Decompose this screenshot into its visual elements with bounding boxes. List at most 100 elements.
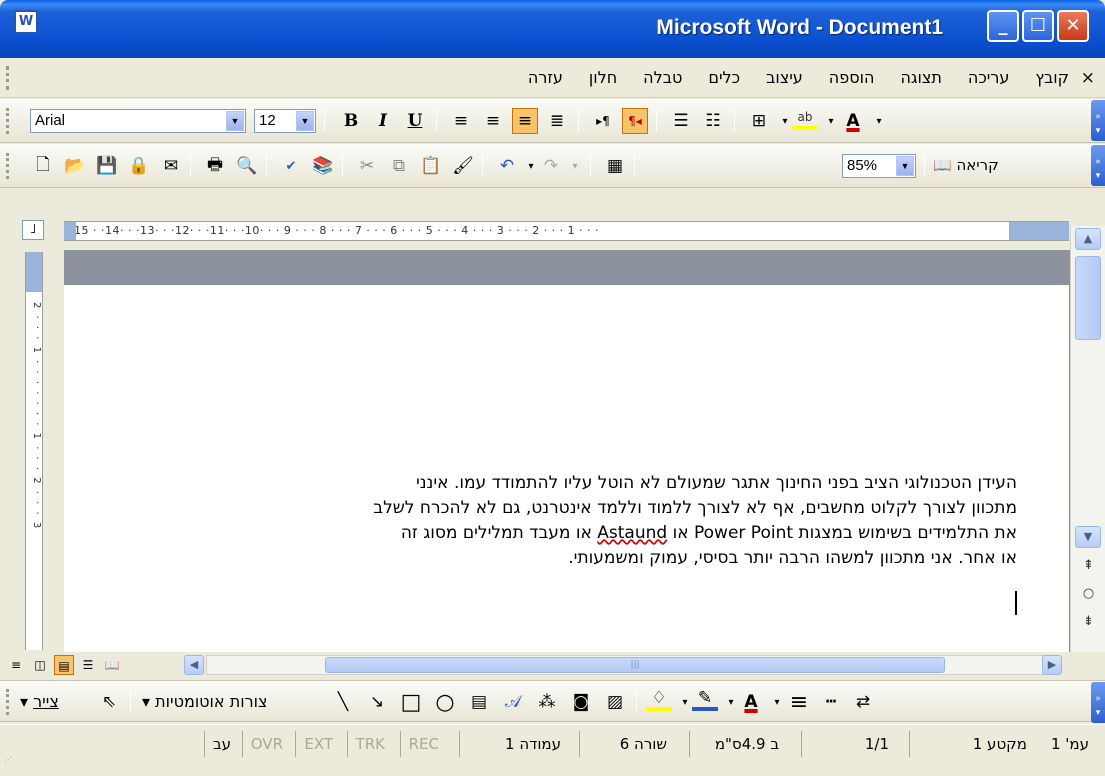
horizontal-scrollbar[interactable]: ||| [206, 655, 1060, 675]
horizontal-ruler[interactable]: ·15 · ·14· · ·13· · ·12· · ·11· · ·10· ·… [64, 221, 1069, 241]
font-name-select[interactable]: Arial ▼ [30, 109, 246, 133]
borders-icon[interactable]: ⊞ [746, 108, 772, 134]
scroll-thumb[interactable] [1075, 256, 1101, 340]
chevron-down-icon[interactable]: ▼ [296, 111, 314, 131]
normal-view-icon[interactable]: ≡ [6, 655, 26, 675]
menu-tools[interactable]: כלים [708, 68, 740, 87]
oval-icon[interactable]: ○ [432, 689, 458, 715]
scroll-right-button[interactable]: ▶ [1042, 655, 1062, 675]
menu-insert[interactable]: הוספה [829, 68, 875, 87]
fill-color-icon[interactable]: ♢ [646, 688, 672, 711]
underline-button[interactable]: U [402, 108, 428, 134]
chevron-down-icon[interactable]: ▾ [866, 108, 892, 134]
paste-icon[interactable]: 📋 [418, 153, 444, 179]
save-icon[interactable]: 💾 [94, 153, 120, 179]
email-icon[interactable]: ✉ [158, 153, 184, 179]
arrow-icon[interactable]: ↘ [364, 689, 390, 715]
menu-format[interactable]: עיצוב [766, 68, 803, 87]
print-icon[interactable]: 🖶 [202, 153, 228, 179]
document-text[interactable]: העידן הטכנולוגי הציב בפני החינוך אתגר שמ… [137, 471, 1017, 571]
status-ext[interactable]: EXT [295, 731, 341, 757]
close-button[interactable]: ✕ [1057, 10, 1089, 42]
copy-icon[interactable]: ⧉ [386, 153, 412, 179]
toolbar-grip[interactable] [6, 153, 9, 179]
menu-window[interactable]: חלון [589, 68, 617, 87]
web-layout-icon[interactable]: ◫ [30, 655, 50, 675]
status-ovr[interactable]: OVR [241, 731, 291, 757]
arrow-style-icon[interactable]: ⇄ [850, 689, 876, 715]
reading-layout-icon[interactable]: 📖 [102, 655, 122, 675]
bold-button[interactable]: B [338, 108, 364, 134]
chevron-down-icon[interactable]: ▼ [226, 111, 244, 131]
spelling-icon[interactable]: ✔ [278, 153, 304, 179]
toolbar-options-icon[interactable]: » ▾ [1091, 682, 1105, 723]
previous-page-icon[interactable]: ⇞ [1071, 558, 1105, 573]
document-page[interactable]: העידן הטכנולוגי הציב בפני החינוך אתגר שמ… [64, 285, 1069, 652]
highlight-icon[interactable]: ab [792, 108, 818, 130]
zoom-select[interactable]: 85% ▼ [842, 154, 916, 178]
line-color-icon[interactable]: ✎ [692, 688, 718, 711]
insert-table-icon[interactable]: ▦ [602, 153, 628, 179]
justify-icon[interactable]: ≣ [544, 108, 570, 134]
open-folder-icon[interactable]: 📂 [62, 153, 88, 179]
draw-menu-button[interactable]: צייר ▾ [20, 692, 59, 711]
new-document-icon[interactable]: 🗋 [30, 153, 56, 179]
print-layout-icon[interactable]: ▤ [54, 655, 74, 675]
align-left-icon[interactable]: ≡ [448, 108, 474, 134]
toolbar-grip[interactable] [6, 108, 9, 134]
print-preview-icon[interactable]: 🔍 [234, 153, 260, 179]
toolbar-options-icon[interactable]: » ▾ [1091, 100, 1105, 141]
scroll-down-button[interactable]: ▼ [1075, 526, 1101, 548]
font-color-icon[interactable]: A [840, 108, 866, 134]
align-right-icon[interactable]: ≡ [512, 108, 538, 134]
ltr-paragraph-icon[interactable]: ▸¶ [590, 108, 616, 134]
status-rec[interactable]: REC [399, 731, 447, 757]
vertical-scrollbar[interactable]: ▲ ▼ ⇞ ○ ⇟ [1070, 226, 1105, 652]
status-trk[interactable]: TRK [346, 731, 393, 757]
insert-picture-icon[interactable]: ▨ [602, 689, 628, 715]
toolbar-options-icon[interactable]: » ▾ [1091, 145, 1105, 186]
dash-style-icon[interactable]: ┅ [818, 689, 844, 715]
menu-help[interactable]: עזרה [528, 68, 563, 87]
line-style-icon[interactable]: ≡ [786, 689, 812, 715]
vertical-ruler[interactable]: 2 · · · 1 · · · · · · · 1 · · · 2 · · · … [25, 252, 43, 650]
horizontal-scroll-thumb[interactable]: ||| [325, 657, 945, 673]
minimize-button[interactable]: _ [987, 10, 1019, 42]
research-icon[interactable]: 📚 [310, 153, 336, 179]
chevron-down-icon[interactable]: ▾ [562, 153, 588, 179]
browse-object-icon[interactable]: ○ [1071, 586, 1105, 601]
font-size-select[interactable]: 12 ▼ [254, 109, 316, 133]
text-box-icon[interactable]: ▤ [466, 689, 492, 715]
outline-view-icon[interactable]: ☰ [78, 655, 98, 675]
resize-grip[interactable]: ⋰ [4, 755, 18, 769]
tab-selector[interactable]: ˩ [22, 220, 44, 240]
menu-file[interactable]: קובץ [1035, 68, 1069, 87]
bullets-icon[interactable]: ☷ [700, 108, 726, 134]
wordart-icon[interactable]: 𝒜 [500, 689, 526, 715]
chevron-down-icon[interactable]: ▼ [896, 156, 914, 176]
scroll-left-button[interactable]: ◀ [184, 655, 204, 675]
line-icon[interactable]: ╲ [330, 689, 356, 715]
read-button[interactable]: 📖 קריאה [933, 156, 999, 174]
permission-icon[interactable]: 🔒 [126, 153, 152, 179]
redo-icon[interactable]: ↷ [538, 153, 564, 179]
next-page-icon[interactable]: ⇟ [1071, 614, 1105, 629]
menu-edit[interactable]: עריכה [968, 68, 1010, 87]
rectangle-icon[interactable]: □ [398, 689, 424, 715]
diagram-icon[interactable]: ⁂ [534, 689, 560, 715]
undo-icon[interactable]: ↶ [494, 153, 520, 179]
toolbar-grip[interactable] [6, 689, 9, 715]
spelling-error[interactable]: Astaund [597, 523, 667, 543]
rtl-paragraph-icon[interactable]: ¶◂ [622, 108, 648, 134]
maximize-button[interactable]: ☐ [1022, 10, 1054, 42]
italic-button[interactable]: I [370, 108, 396, 134]
cut-icon[interactable]: ✂ [354, 153, 380, 179]
select-objects-icon[interactable]: ⇖ [96, 689, 122, 715]
word-document-icon[interactable]: W [14, 10, 38, 34]
menu-table[interactable]: טבלה [643, 68, 682, 87]
clip-art-icon[interactable]: ◙ [568, 689, 594, 715]
center-icon[interactable]: ≡ [480, 108, 506, 134]
document-close-button[interactable]: × [1081, 68, 1095, 88]
menu-view[interactable]: תצוגה [900, 68, 941, 87]
scroll-up-button[interactable]: ▲ [1075, 228, 1101, 250]
